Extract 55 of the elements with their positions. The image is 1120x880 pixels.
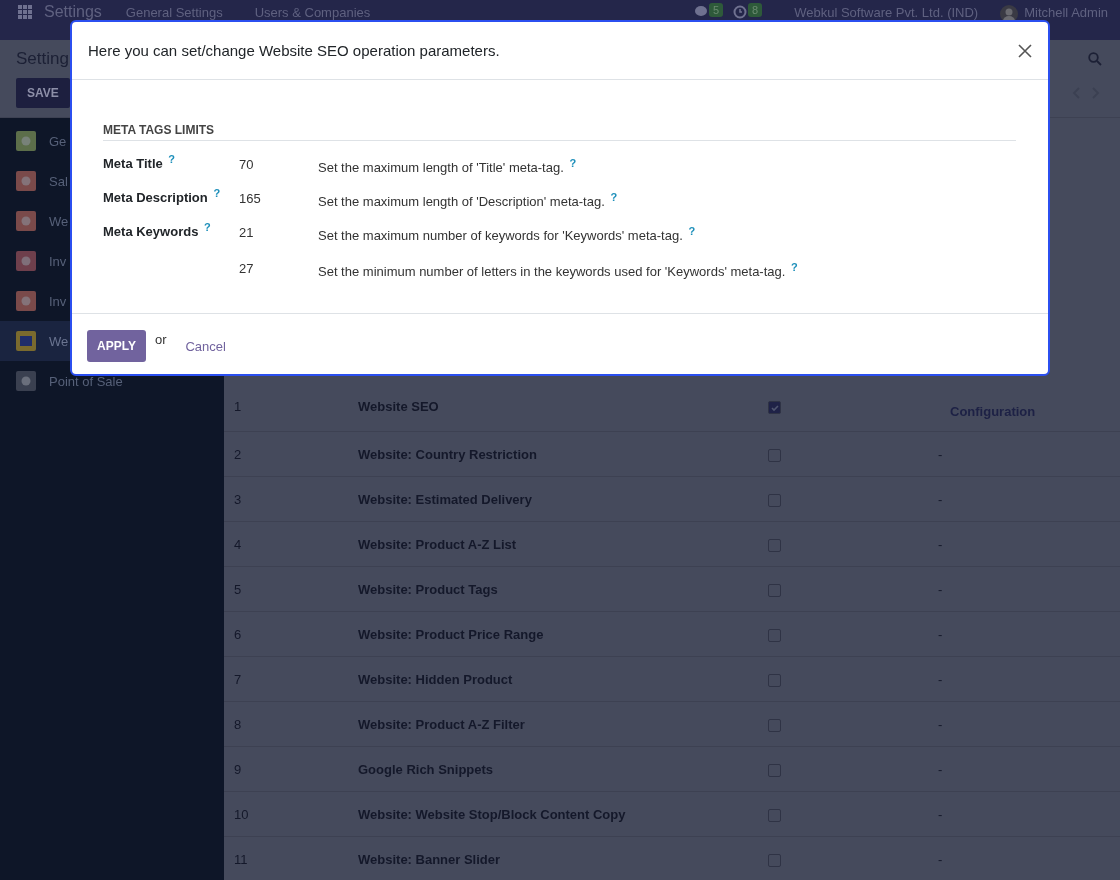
cancel-link[interactable]: Cancel (185, 339, 226, 354)
field-value[interactable]: 27 (239, 249, 318, 276)
save-button[interactable]: SAVE (16, 78, 70, 108)
field-description: Set the minimum number of letters in the keywords used for 'Keywords' meta-tag. (318, 264, 786, 280)
or-text: or (154, 332, 167, 347)
message-count-badge: 5 (708, 3, 724, 17)
table-cell: - (938, 536, 943, 552)
table-cell: - (938, 851, 943, 867)
table-cell: - (938, 761, 943, 777)
field-label: Meta Keywords (103, 224, 199, 240)
sidebar-item[interactable]: We (0, 321, 73, 361)
help-tooltip-mark[interactable]: ? (213, 187, 221, 199)
menu-item[interactable]: General Settings (125, 3, 223, 20)
table-cell: - (938, 491, 943, 507)
section-heading: META TAGS LIMITS (103, 123, 216, 137)
field-value[interactable]: 70 (239, 145, 318, 172)
app-title: Settings (44, 3, 102, 21)
sidebar-item[interactable]: Inv (0, 241, 71, 281)
table-cell: - (938, 716, 943, 732)
user-name[interactable]: Mitchell Admin (1024, 5, 1108, 20)
dialog-title: Here you can set/change Website SEO operation parameters. (88, 42, 500, 59)
field-description: Set the maximum length of 'Description' meta-tag. (318, 194, 605, 210)
close-icon[interactable] (1018, 43, 1032, 58)
company-name[interactable]: Webkul Software Pvt. Ltd. (IND) (794, 5, 979, 20)
sidebar-item[interactable]: Point of Sale (0, 361, 127, 401)
sidebar-item[interactable]: Inv (0, 281, 71, 321)
checkbox[interactable] (768, 401, 781, 415)
sidebar-item[interactable]: Ge (0, 121, 71, 161)
sidebar-item[interactable]: Sal (0, 161, 72, 201)
field-description: Set the maximum length of 'Title' meta-tag. (318, 160, 564, 176)
chat-icon[interactable] (693, 5, 708, 17)
field-value[interactable]: 21 (239, 213, 318, 240)
activity-count-badge: 8 (748, 3, 763, 17)
sidebar-item[interactable]: We (0, 201, 73, 241)
search-icon[interactable] (1088, 52, 1102, 66)
table-cell: - (938, 806, 943, 822)
field-label: Meta Title (103, 156, 163, 172)
apps-menu-icon[interactable] (18, 5, 32, 19)
table-cell: - (938, 446, 943, 462)
check-icon (769, 402, 780, 413)
table-cell: - (938, 671, 943, 687)
apply-button[interactable]: APPLY (87, 330, 146, 362)
help-tooltip-mark[interactable]: ? (569, 157, 577, 169)
menu-item[interactable]: Users & Companies (254, 3, 371, 20)
help-tooltip-mark[interactable]: ? (610, 191, 618, 203)
field-label: Meta Description (103, 190, 208, 206)
field-description: Set the maximum number of keywords for 'Keywords' meta-tag. (318, 228, 683, 244)
help-tooltip-mark[interactable]: ? (688, 225, 696, 237)
clock-icon[interactable] (733, 5, 748, 19)
field-value[interactable]: 165 (239, 179, 318, 206)
help-tooltip-mark[interactable]: ? (168, 153, 176, 165)
help-tooltip-mark[interactable]: ? (204, 221, 211, 233)
help-tooltip-mark[interactable]: ? (791, 261, 798, 273)
table-cell: - (938, 581, 943, 597)
table-cell: - (938, 626, 943, 642)
